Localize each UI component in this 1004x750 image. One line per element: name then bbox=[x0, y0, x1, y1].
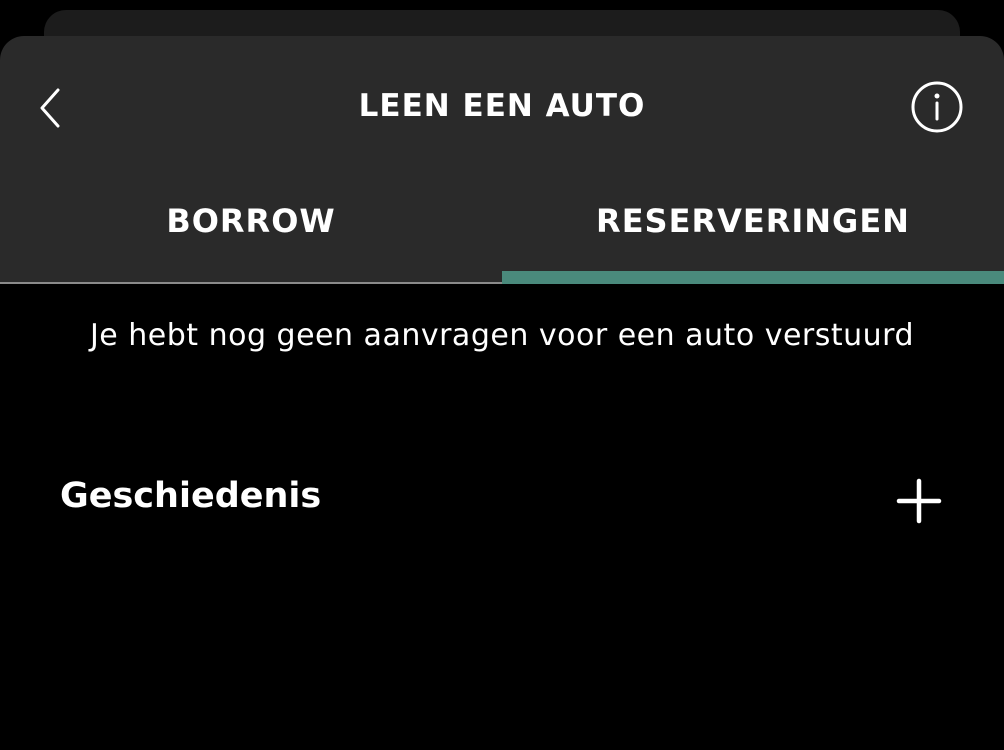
page-title: LEEN EEN AUTO bbox=[358, 88, 646, 124]
history-expand-row[interactable]: Geschiedenis bbox=[0, 466, 1004, 534]
info-button[interactable] bbox=[910, 80, 964, 134]
empty-state-message: Je hebt nog geen aanvragen voor een auto… bbox=[89, 318, 915, 353]
borrow-car-sheet: LEEN EEN AUTO BORROW RESERVERINGEN bbox=[0, 36, 1004, 750]
tab-label: BORROW bbox=[166, 202, 336, 240]
tab-underline bbox=[0, 282, 502, 284]
tab-reserveringen[interactable]: RESERVERINGEN bbox=[502, 186, 1004, 284]
tab-borrow[interactable]: BORROW bbox=[0, 186, 502, 284]
tab-active-indicator bbox=[502, 271, 1004, 284]
tab-bar: BORROW RESERVERINGEN bbox=[0, 186, 1004, 284]
history-label: Geschiedenis bbox=[60, 476, 322, 516]
plus-icon bbox=[896, 478, 942, 524]
sheet-header: LEEN EEN AUTO BORROW RESERVERINGEN bbox=[0, 36, 1004, 284]
info-icon bbox=[911, 81, 963, 133]
